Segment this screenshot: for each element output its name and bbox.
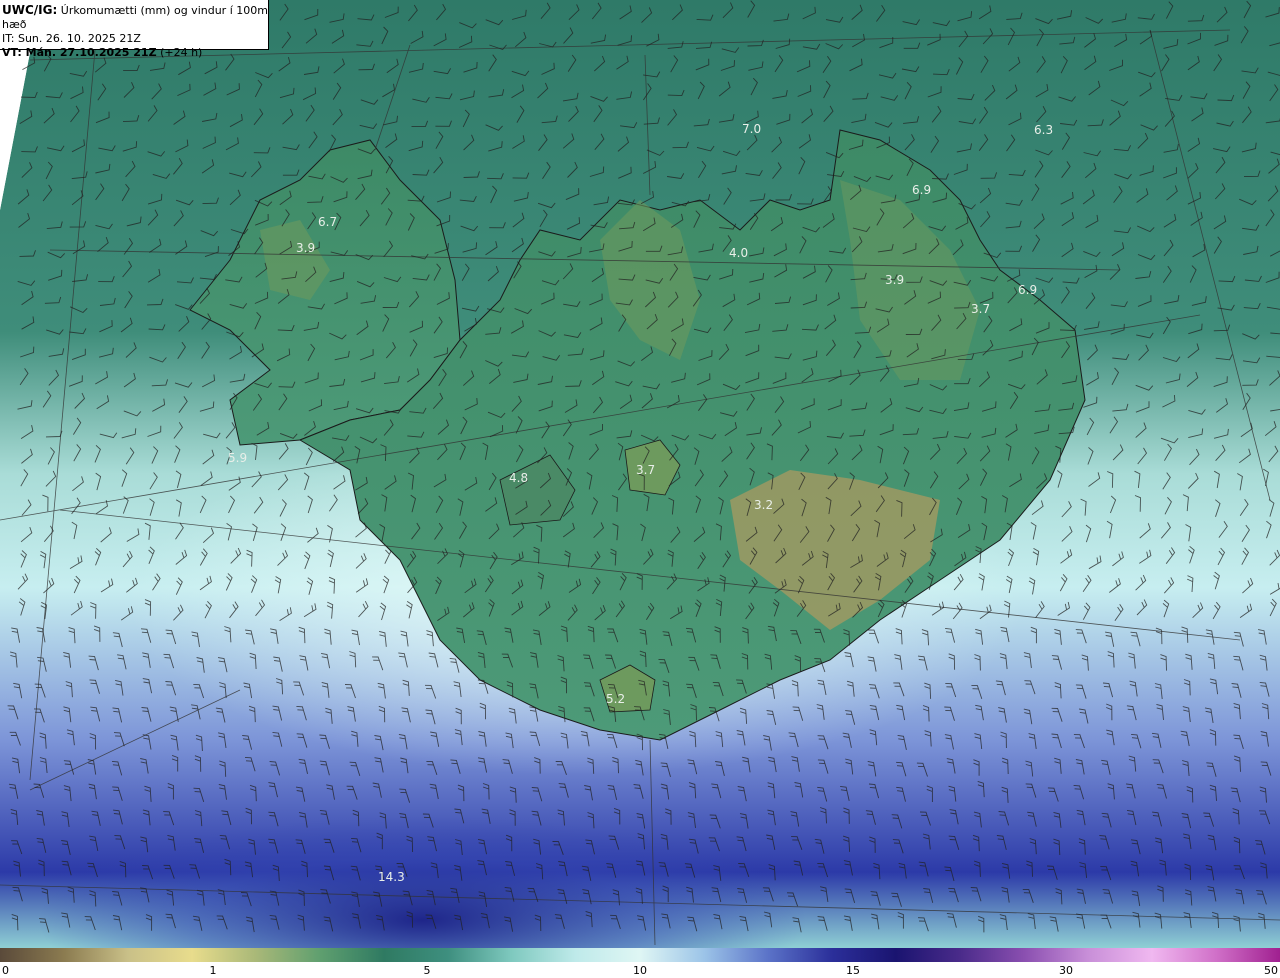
value-label: 14.3 <box>378 870 405 884</box>
product-code: UWC/IG: <box>2 3 58 17</box>
value-label: 3.7 <box>636 463 655 477</box>
colorbar-tick: 5 <box>423 964 431 977</box>
header-title-line: UWC/IG: Úrkomumætti (mm) og vindur í 100… <box>2 3 268 32</box>
value-label: 3.2 <box>754 498 773 512</box>
colorbar-tick: 10 <box>633 964 647 977</box>
value-label: 6.3 <box>1034 123 1053 137</box>
colorbar-tick: 1 <box>209 964 217 977</box>
value-label: 7.0 <box>742 122 761 136</box>
colorbar-tick: 50 <box>1264 964 1278 977</box>
colorbar-legend: 0 1 5 10 15 30 50 <box>0 948 1280 978</box>
value-label: 4.8 <box>509 471 528 485</box>
value-label: 5.2 <box>606 692 625 706</box>
value-label: 6.9 <box>1018 283 1037 297</box>
value-label: 6.7 <box>318 215 337 229</box>
valid-time-line: VT: Mán. 27.10.2025 21Z (+24 h) <box>2 46 268 60</box>
value-label: 3.7 <box>971 302 990 316</box>
colorbar-gradient <box>0 948 1280 962</box>
forecast-lead: (+24 h) <box>160 46 203 59</box>
precipitation-wind-map: 7.0 6.3 6.9 6.7 3.9 4.0 3.9 3.7 6.9 5.9 … <box>0 0 1280 948</box>
colorbar-tick: 30 <box>1059 964 1073 977</box>
valid-time: VT: Mán. 27.10.2025 21Z <box>2 46 157 59</box>
init-time: IT: Sun. 26. 10. 2025 21Z <box>2 32 141 45</box>
value-label: 5.9 <box>228 451 247 465</box>
value-label: 6.9 <box>912 183 931 197</box>
map-header: UWC/IG: Úrkomumætti (mm) og vindur í 100… <box>0 0 269 59</box>
value-label: 4.0 <box>729 246 748 260</box>
colorbar-tick: 15 <box>846 964 860 977</box>
colorbar-tick: 0 <box>2 964 9 977</box>
value-label: 3.9 <box>885 273 904 287</box>
value-label: 3.9 <box>296 241 315 255</box>
